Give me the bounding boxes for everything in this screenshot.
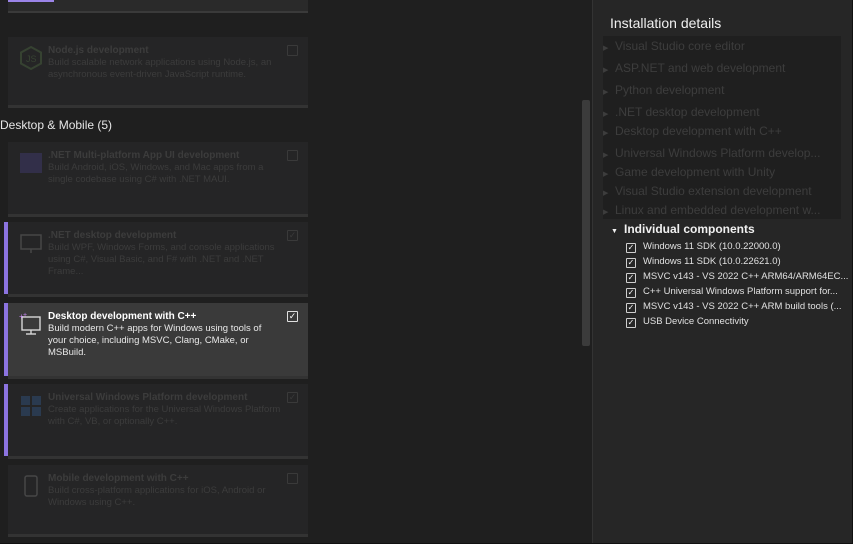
component-label: USB Device Connectivity <box>643 316 749 327</box>
selection-indicator <box>8 0 54 2</box>
workload-title: Desktop development with C++ <box>48 311 197 322</box>
workload-card-mobile-cpp[interactable]: Mobile development with C++ Build cross-… <box>8 465 308 537</box>
detail-item-label: Universal Windows Platform develop... <box>615 146 821 160</box>
expand-triangle-icon: ▼ <box>611 228 618 235</box>
cpp-desktop-icon: + + <box>19 312 41 335</box>
selected-bar <box>4 384 8 456</box>
detail-item[interactable]: ▶ Game development with Unity <box>603 165 775 179</box>
individual-components-header[interactable]: ▼ Individual components <box>611 222 755 236</box>
detail-item-label: Desktop development with C++ <box>615 124 782 138</box>
component-item[interactable]: ✓ C++ Universal Windows Platform support … <box>626 286 838 298</box>
checkbox-check-icon[interactable]: ✓ <box>626 273 636 283</box>
workload-description: Build scalable network applications usin… <box>48 57 272 80</box>
selected-bar <box>4 303 8 376</box>
checkbox-check-icon[interactable]: ✓ <box>626 243 636 253</box>
detail-item[interactable]: ▶ Desktop development with C++ <box>603 124 782 138</box>
expand-triangle-icon: ▶ <box>603 209 609 216</box>
installation-details-panel: Installation details ▶ Visual Studio core… <box>593 0 853 544</box>
expand-triangle-icon: ▶ <box>603 67 609 74</box>
detail-item[interactable]: ▶ ASP.NET and web development <box>603 61 785 75</box>
workload-title: Mobile development with C++ <box>48 473 189 484</box>
component-label: Windows 11 SDK (10.0.22621.0) <box>643 256 781 267</box>
workload-description: Build modern C++ apps for Windows using … <box>48 323 262 358</box>
dotnet-desktop-icon <box>20 234 42 253</box>
workload-description: Create applications for the Universal Wi… <box>48 404 281 427</box>
details-title: Installation details <box>610 15 722 31</box>
workload-description: Build WPF, Windows Forms, and console ap… <box>48 242 275 277</box>
workload-checkbox[interactable]: ✓ <box>287 392 298 403</box>
detail-item-label: Visual Studio core editor <box>615 39 745 53</box>
workload-title: Node.js development <box>48 45 149 56</box>
workload-card-dotnet-desktop[interactable]: .NET desktop development Build WPF, Wind… <box>4 222 308 297</box>
component-item[interactable]: ✓ Windows 11 SDK (10.0.22621.0) <box>626 256 781 268</box>
nodejs-icon: JS <box>20 45 42 71</box>
workload-description: Build cross-platform applications for iO… <box>48 485 266 508</box>
expand-triangle-icon: ▶ <box>603 130 609 137</box>
mobile-cpp-icon <box>24 475 38 497</box>
workloads-panel: JS Node.js development Build scalable ne… <box>0 0 592 544</box>
detail-item[interactable]: ▶ .NET desktop development <box>603 105 760 119</box>
section-title: Desktop & Mobile (5) <box>0 118 113 132</box>
workload-title: .NET desktop development <box>48 230 177 241</box>
workload-description: Build Android, iOS, Windows, and Mac app… <box>48 162 264 185</box>
checkbox-check-icon[interactable]: ✓ <box>626 303 636 313</box>
workload-card-nodejs[interactable]: JS Node.js development Build scalable ne… <box>8 37 308 108</box>
scrollbar-thumb[interactable] <box>582 100 590 346</box>
workload-title: .NET Multi-platform App UI development <box>48 150 240 161</box>
detail-item[interactable]: ▶ Linux and embedded development w... <box>603 203 820 217</box>
workload-checkbox[interactable] <box>287 150 298 161</box>
workload-title: Universal Windows Platform development <box>48 392 248 403</box>
expand-triangle-icon: ▶ <box>603 89 609 96</box>
workload-checkbox[interactable]: ✓ <box>287 311 298 322</box>
detail-item-label: .NET desktop development <box>615 105 760 119</box>
component-item[interactable]: ✓ MSVC v143 - VS 2022 C++ ARM build tools… <box>626 301 842 313</box>
workload-checkbox[interactable] <box>287 473 298 484</box>
detail-item-label: Game development with Unity <box>615 165 776 179</box>
uwp-icon <box>21 396 41 416</box>
checkbox-check-icon[interactable]: ✓ <box>626 288 636 298</box>
expand-triangle-icon: ▶ <box>603 111 609 118</box>
previous-card-strip[interactable] <box>8 0 308 13</box>
components-header-label: Individual components <box>624 222 755 236</box>
checkbox-check-icon[interactable]: ✓ <box>626 318 636 328</box>
svg-text:JS: JS <box>26 54 37 64</box>
expand-triangle-icon: ▶ <box>603 45 609 52</box>
maui-icon <box>20 153 42 173</box>
component-label: MSVC v143 - VS 2022 C++ ARM64/ARM64EC... <box>643 271 849 282</box>
svg-text:+: + <box>23 312 27 319</box>
workload-card-uwp[interactable]: Universal Windows Platform development C… <box>4 384 308 459</box>
workload-card-maui[interactable]: .NET Multi-platform App UI development B… <box>8 142 308 217</box>
component-label: MSVC v143 - VS 2022 C++ ARM build tools … <box>643 301 842 312</box>
expand-triangle-icon: ▶ <box>603 190 609 197</box>
workload-card-cpp-desktop[interactable]: + + Desktop development with C++ Build m… <box>4 303 308 379</box>
workload-checkbox[interactable] <box>287 45 298 56</box>
checkbox-check-icon[interactable]: ✓ <box>626 258 636 268</box>
expand-triangle-icon: ▶ <box>603 152 609 159</box>
component-label: C++ Universal Windows Platform support f… <box>643 286 838 297</box>
detail-item-label: Linux and embedded development w... <box>615 203 821 217</box>
detail-item[interactable]: ▶ Python development <box>603 83 724 97</box>
component-label: Windows 11 SDK (10.0.22000.0) <box>643 241 781 252</box>
component-item[interactable]: ✓ Windows 11 SDK (10.0.22000.0) <box>626 241 781 253</box>
selected-bar <box>4 222 8 294</box>
detail-item-label: Python development <box>615 83 725 97</box>
detail-item[interactable]: ▶ Visual Studio extension development <box>603 184 812 198</box>
detail-item[interactable]: ▶ Universal Windows Platform develop... <box>603 146 820 160</box>
detail-item[interactable]: ▶ Visual Studio core editor <box>603 39 745 53</box>
component-item[interactable]: ✓ USB Device Connectivity <box>626 316 749 328</box>
detail-item-label: ASP.NET and web development <box>615 61 786 75</box>
workload-checkbox[interactable]: ✓ <box>287 230 298 241</box>
expand-triangle-icon: ▶ <box>603 171 609 178</box>
component-item[interactable]: ✓ MSVC v143 - VS 2022 C++ ARM64/ARM64EC..… <box>626 271 848 283</box>
detail-item-label: Visual Studio extension development <box>615 184 812 198</box>
